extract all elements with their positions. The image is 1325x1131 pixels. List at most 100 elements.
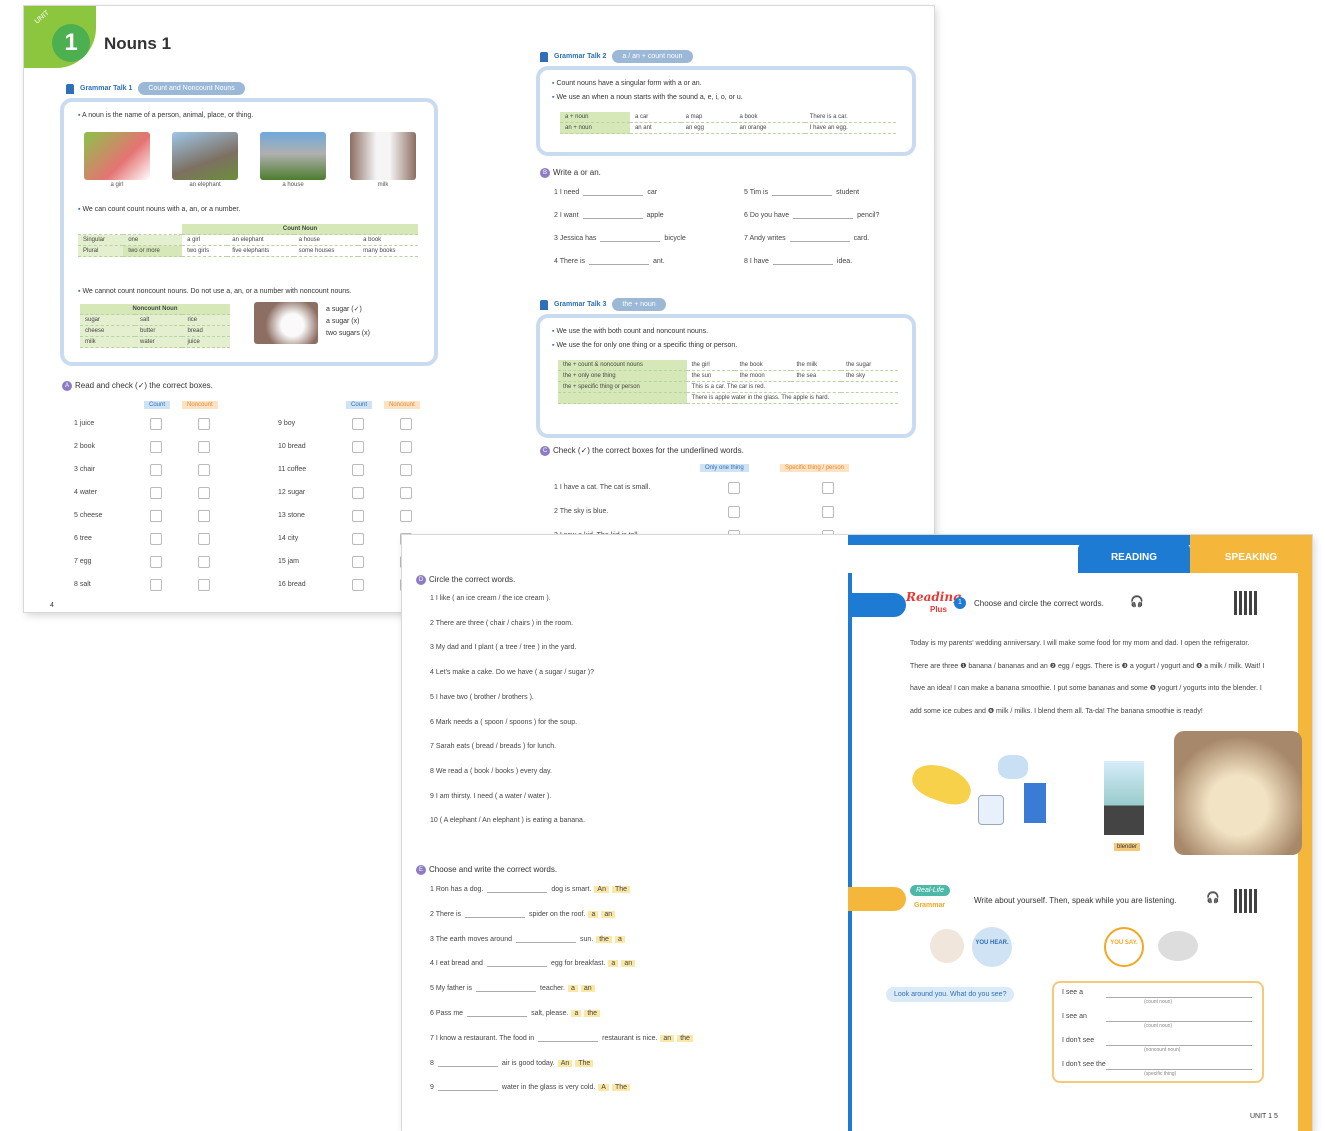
checkbox-only-one[interactable]	[728, 482, 740, 494]
answer-blank[interactable]	[465, 910, 525, 918]
answer-blank[interactable]	[538, 1034, 599, 1042]
checkbox-count[interactable]	[150, 533, 162, 545]
checkbox-count[interactable]	[352, 533, 364, 545]
answer-blank[interactable]	[772, 188, 833, 196]
exercise-item[interactable]: 2 There are three ( chair / chairs ) in …	[430, 620, 573, 627]
option-choice[interactable]: An	[594, 886, 609, 893]
exercise-item[interactable]: 1 I like ( an ice cream / the ice cream …	[430, 595, 551, 602]
option-choice[interactable]: a	[608, 960, 619, 968]
option-choice[interactable]: a	[614, 935, 625, 943]
checkbox-noncount[interactable]	[400, 441, 412, 453]
checkbox-count[interactable]	[352, 487, 364, 499]
answer-blank[interactable]	[1106, 997, 1252, 998]
sugar-image	[254, 302, 318, 344]
answer-blank[interactable]	[1106, 1021, 1252, 1022]
answer-blank[interactable]	[789, 234, 850, 242]
answer-blank[interactable]	[772, 257, 833, 265]
checkbox-specific[interactable]	[822, 506, 834, 518]
checkbox-noncount[interactable]	[198, 418, 210, 430]
option-choice[interactable]: an	[621, 960, 636, 968]
answer-blank[interactable]	[437, 1059, 498, 1067]
checkbox-noncount[interactable]	[198, 579, 210, 591]
exercise-item[interactable]: 8 We read a ( book / books ) every day.	[430, 768, 552, 775]
checkbox-count[interactable]	[352, 556, 364, 568]
option-choice[interactable]: The	[575, 1059, 594, 1067]
checkbox-count[interactable]	[352, 510, 364, 522]
answer-blank[interactable]	[467, 1009, 528, 1017]
checkbox-count[interactable]	[352, 441, 364, 453]
headphones-icon[interactable]: 🎧	[1206, 891, 1220, 904]
headphones-icon[interactable]: 🎧	[1130, 595, 1144, 608]
option-choice[interactable]: an	[601, 910, 616, 918]
exercise-item[interactable]: 3 My dad and I plant ( a tree / tree ) i…	[430, 644, 576, 651]
qr-code-icon[interactable]	[1234, 889, 1258, 913]
option-choice[interactable]: the	[584, 1010, 601, 1017]
option-choice[interactable]: the	[677, 1034, 693, 1042]
answer-blank[interactable]	[486, 959, 547, 968]
answer-blank[interactable]	[476, 984, 537, 993]
option-choice[interactable]: The	[611, 886, 631, 893]
option-choice[interactable]: a	[571, 1010, 582, 1017]
answer-blank[interactable]	[437, 1083, 498, 1092]
option-choice[interactable]: the	[596, 935, 612, 943]
qr-code-icon[interactable]	[1234, 591, 1258, 615]
answer-blank[interactable]	[582, 211, 643, 219]
checkbox-specific[interactable]	[822, 482, 834, 494]
option-choice[interactable]: A	[598, 1084, 609, 1092]
answer-blank[interactable]	[589, 257, 649, 265]
question-speech: Look around you. What do you see?	[886, 987, 1015, 1002]
option-choice[interactable]: An	[557, 1059, 573, 1067]
sugar-notes: a sugar (✓) a sugar (x) two sugars (x)	[326, 306, 370, 338]
checkbox-count[interactable]	[150, 510, 162, 522]
checkbox-noncount[interactable]	[400, 464, 412, 476]
item-word: restaurant is nice.	[602, 1034, 658, 1042]
checkbox-count[interactable]	[150, 418, 162, 430]
exercise-item[interactable]: 6 Mark needs a ( spoon / spoons ) for th…	[430, 719, 577, 726]
checkbox-only-one[interactable]	[728, 506, 740, 518]
checkbox-count[interactable]	[150, 464, 162, 476]
item-prompt: 7 I know a restaurant. The food in	[430, 1034, 535, 1042]
answer-blank[interactable]	[583, 188, 644, 196]
tab-reading[interactable]: READING	[1078, 543, 1190, 573]
checkbox-count[interactable]	[150, 556, 162, 568]
checkbox-count[interactable]	[150, 487, 162, 499]
checkbox-noncount[interactable]	[198, 487, 210, 499]
checkbox-noncount[interactable]	[198, 533, 210, 545]
checkbox-noncount[interactable]	[198, 556, 210, 568]
answer-blank[interactable]	[515, 935, 576, 943]
answer-blank[interactable]	[600, 234, 661, 242]
item-prompt: 5 My father is	[430, 985, 473, 993]
option-choice[interactable]: an	[660, 1034, 675, 1042]
checkbox-noncount[interactable]	[198, 464, 210, 476]
exercise-item[interactable]: 5 I have two ( brother / brothers ).	[430, 694, 534, 701]
answer-blank[interactable]	[487, 885, 548, 893]
checkbox-noncount[interactable]	[198, 510, 210, 522]
option-choice[interactable]: a	[567, 985, 578, 993]
exercise-item[interactable]: 4 Let's make a cake. Do we have ( a suga…	[430, 669, 594, 676]
checkbox-noncount[interactable]	[400, 487, 412, 499]
checkbox-count[interactable]	[150, 441, 162, 453]
checkbox-noncount[interactable]	[198, 441, 210, 453]
checkbox-count[interactable]	[352, 464, 364, 476]
option-choice[interactable]: The	[611, 1084, 631, 1092]
exercise-item[interactable]: 10 ( A elephant / An elephant ) is eatin…	[430, 817, 585, 824]
exercise-item: 16 bread	[278, 581, 306, 588]
table-cell: milk	[80, 336, 135, 348]
option-choice[interactable]: a	[588, 910, 599, 918]
checkbox-count[interactable]	[352, 418, 364, 430]
checkbox-noncount[interactable]	[400, 418, 412, 430]
item-prompt: 8	[430, 1059, 434, 1067]
answer-blank[interactable]	[1106, 1045, 1252, 1046]
exercise-item[interactable]: 7 Sarah eats ( bread / breads ) for lunc…	[430, 743, 556, 750]
option-choice[interactable]: an	[580, 985, 595, 993]
checkbox-count[interactable]	[150, 579, 162, 591]
checkbox-noncount[interactable]	[400, 510, 412, 522]
checkbox-count[interactable]	[352, 579, 364, 591]
speaking-badge	[848, 887, 906, 911]
answer-blank[interactable]	[793, 211, 854, 219]
exercise-item[interactable]: 9 I am thirsty. I need ( a water / water…	[430, 793, 551, 800]
answer-blank[interactable]	[1106, 1069, 1252, 1070]
item-word: spider on the roof.	[529, 910, 586, 918]
tab-speaking[interactable]: SPEAKING	[1190, 535, 1312, 573]
exercise-item: 7 egg	[74, 558, 92, 565]
